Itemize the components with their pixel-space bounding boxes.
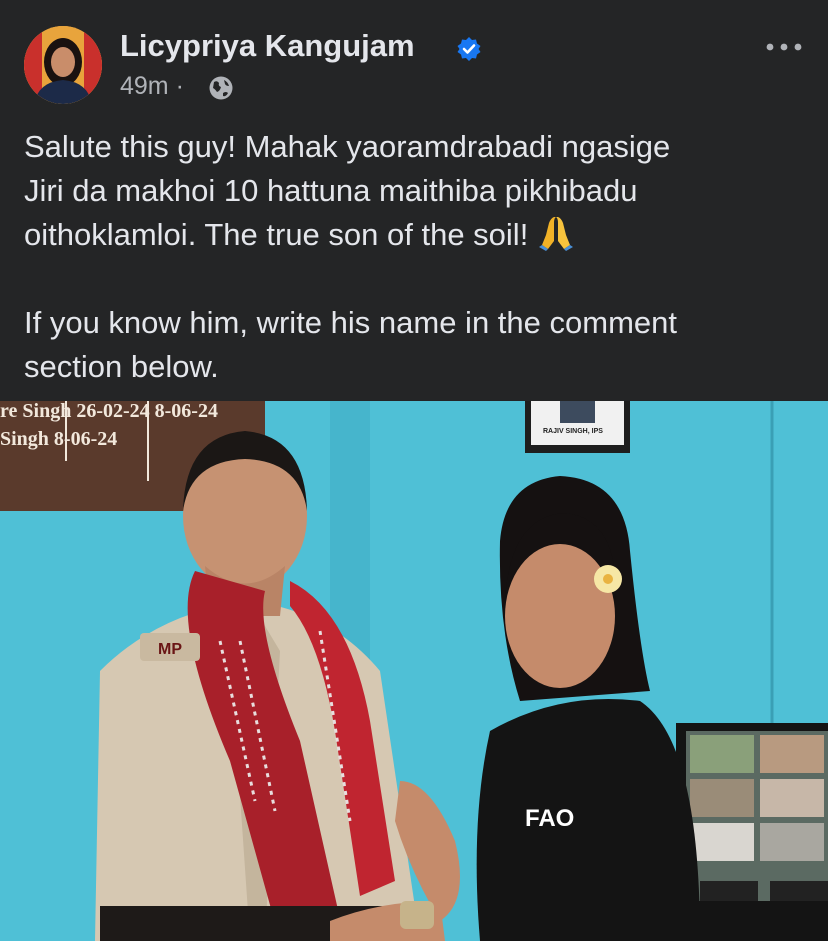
- author-avatar[interactable]: [24, 26, 102, 104]
- verified-badge-icon: [457, 37, 481, 61]
- post-header: Licypriya Kangujam 49m ·: [0, 0, 828, 120]
- globe-icon[interactable]: [207, 74, 235, 102]
- post-text-line: If you know him, write his name in the c…: [24, 305, 677, 340]
- meta-separator: ·: [175, 72, 184, 100]
- author-name[interactable]: Licypriya Kangujam: [120, 28, 415, 64]
- post-text-line: Salute this guy! Mahak yaoramdrabadi nga…: [24, 129, 671, 164]
- post-text-span: oithoklamloi. The true son of the soil!: [24, 217, 529, 252]
- post-text-line: section below.: [24, 349, 219, 384]
- framed-portrait: RAJIV SINGH, IPS: [525, 401, 630, 453]
- board-row-1: re Singh 26-02-24 8-06-24: [0, 401, 218, 422]
- board-row-2: Singh 8-06-24: [0, 428, 117, 450]
- post-timestamp[interactable]: 49m: [120, 72, 169, 100]
- post-body: Salute this guy! Mahak yaoramdrabadi nga…: [24, 125, 814, 389]
- post-text-line: Jiri da makhoi 10 hattuna maithiba pikhi…: [24, 173, 638, 208]
- rank-badge: MP: [158, 641, 182, 658]
- post-photo[interactable]: re Singh 26-02-24 8-06-24 Singh 8-06-24 …: [0, 401, 828, 941]
- post-text-line: oithoklamloi. The true son of the soil!: [24, 213, 814, 257]
- frame-caption: RAJIV SINGH, IPS: [543, 428, 603, 435]
- folded-hands-icon: [539, 217, 574, 251]
- more-options-icon[interactable]: [764, 40, 804, 54]
- post-meta: 49m ·: [120, 72, 184, 101]
- shirt-logo: FAO: [525, 805, 574, 832]
